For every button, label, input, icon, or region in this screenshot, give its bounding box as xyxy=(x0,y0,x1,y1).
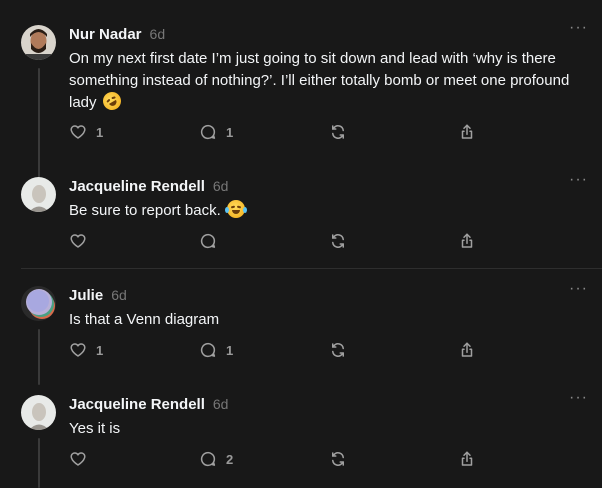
repost-icon xyxy=(332,343,344,357)
post-text: On my next first date I’m just going to … xyxy=(69,48,579,114)
repost-button[interactable] xyxy=(329,341,347,359)
share-button[interactable] xyxy=(458,123,476,141)
post-text: Yes it is xyxy=(69,418,579,440)
reply-count: 1 xyxy=(226,124,234,140)
post-body: On my next first date I’m just going to … xyxy=(69,50,570,111)
thread-line xyxy=(38,438,40,488)
reply-button[interactable]: 1 xyxy=(199,123,233,141)
heart-icon xyxy=(70,452,86,466)
action-bar xyxy=(69,232,489,252)
like-button[interactable] xyxy=(69,450,96,468)
share-icon xyxy=(461,342,473,357)
face-with-tears-of-joy-emoji-icon xyxy=(224,200,247,218)
comment-icon xyxy=(200,451,216,467)
share-icon xyxy=(461,233,473,248)
like-button[interactable]: 1 xyxy=(69,123,103,141)
avatar[interactable] xyxy=(21,395,56,430)
timestamp[interactable]: 6d xyxy=(213,396,229,412)
thread-line xyxy=(38,68,40,190)
repost-icon xyxy=(332,452,344,466)
comment-icon xyxy=(200,233,216,249)
share-button[interactable] xyxy=(458,450,476,468)
like-count: 1 xyxy=(96,124,104,140)
avatar[interactable] xyxy=(21,286,56,321)
post-text: Be sure to report back. xyxy=(69,200,579,222)
like-button[interactable] xyxy=(69,232,96,250)
share-icon xyxy=(461,124,473,139)
action-bar: 1 1 xyxy=(69,341,489,361)
thread-line xyxy=(38,329,40,385)
username[interactable]: Jacqueline Rendell xyxy=(69,178,205,195)
more-options-icon[interactable]: ··· xyxy=(569,389,588,407)
reply-button[interactable]: 2 xyxy=(199,450,233,468)
like-button[interactable]: 1 xyxy=(69,341,103,359)
action-bar: 1 1 xyxy=(69,123,489,143)
post-header: Nur Nadar 6d xyxy=(69,26,165,46)
reply-count: 1 xyxy=(226,342,234,358)
repost-icon xyxy=(332,125,344,139)
reply-count: 2 xyxy=(226,451,234,467)
repost-button[interactable] xyxy=(329,123,347,141)
thread-divider xyxy=(21,268,602,269)
timestamp[interactable]: 6d xyxy=(111,287,127,303)
post-body: Be sure to report back. xyxy=(69,202,221,219)
username[interactable]: Jacqueline Rendell xyxy=(69,396,205,413)
reply-button[interactable]: 1 xyxy=(199,341,233,359)
comment-icon xyxy=(200,124,216,140)
heart-icon xyxy=(70,234,86,248)
timestamp[interactable]: 6d xyxy=(213,178,229,194)
username[interactable]: Nur Nadar xyxy=(69,26,142,43)
post-header: Jacqueline Rendell 6d xyxy=(69,396,228,416)
share-icon xyxy=(461,451,473,466)
post-body: Yes it is xyxy=(69,420,121,437)
post-body: Is that a Venn diagram xyxy=(69,311,220,328)
rolling-on-floor-laughing-emoji-icon xyxy=(99,88,124,114)
heart-icon xyxy=(70,343,86,357)
repost-button[interactable] xyxy=(329,232,347,250)
repost-button[interactable] xyxy=(329,450,347,468)
share-button[interactable] xyxy=(458,341,476,359)
comment-icon xyxy=(200,342,216,358)
post-header: Julie 6d xyxy=(69,287,127,307)
reply-button[interactable] xyxy=(199,232,226,250)
action-bar: 2 xyxy=(69,450,489,470)
like-count: 1 xyxy=(96,342,104,358)
post-text: Is that a Venn diagram xyxy=(69,309,579,331)
avatar[interactable] xyxy=(21,25,56,60)
avatar[interactable] xyxy=(21,177,56,212)
timestamp[interactable]: 6d xyxy=(150,26,166,42)
share-button[interactable] xyxy=(458,232,476,250)
more-options-icon[interactable]: ··· xyxy=(569,19,588,37)
more-options-icon[interactable]: ··· xyxy=(569,280,588,298)
username[interactable]: Julie xyxy=(69,287,103,304)
more-options-icon[interactable]: ··· xyxy=(569,171,588,189)
repost-icon xyxy=(332,234,344,248)
post-header: Jacqueline Rendell 6d xyxy=(69,178,228,198)
heart-icon xyxy=(70,125,86,139)
